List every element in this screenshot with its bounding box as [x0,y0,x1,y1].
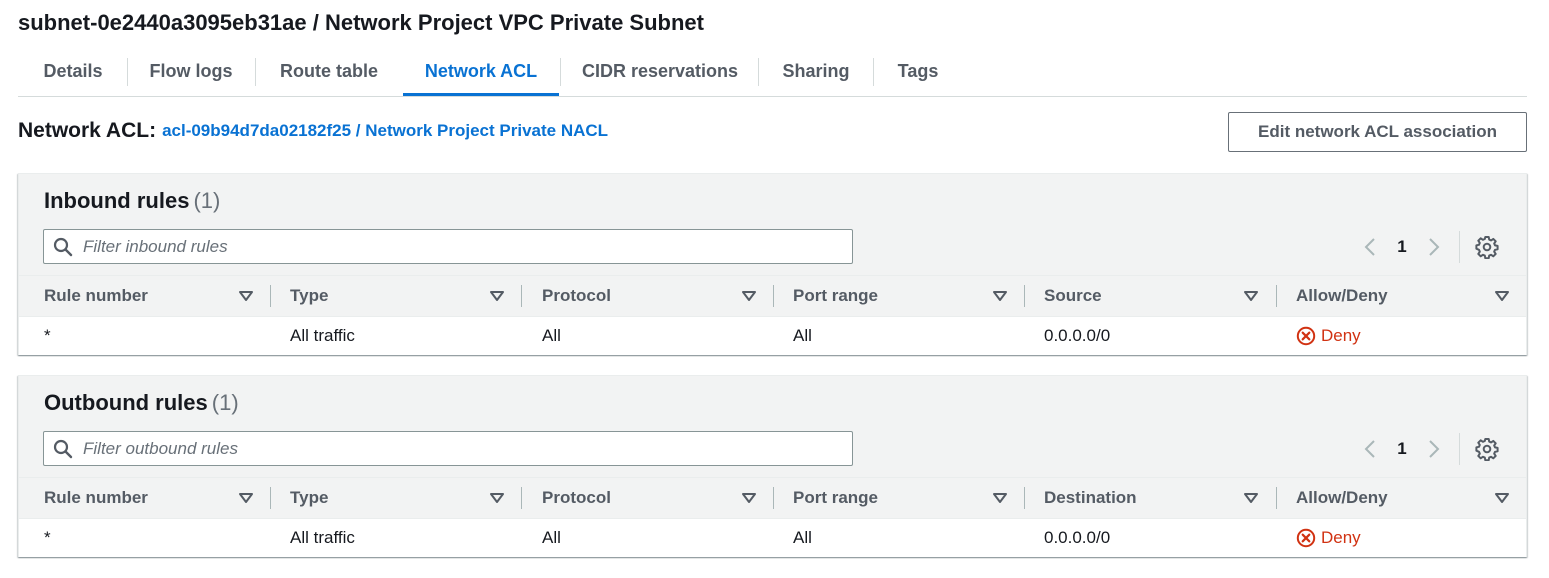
tab-separator [127,58,128,86]
caret-down-icon[interactable] [490,493,504,503]
x-circle-icon [1296,326,1316,346]
outbound-table-header: Rule number Type Protocol Port range Des… [19,477,1526,518]
column-header-rule-number[interactable]: Rule number [44,478,148,518]
caret-down-icon[interactable] [490,291,504,301]
edit-network-acl-association-button[interactable]: Edit network ACL association [1228,112,1527,152]
cell-rule-number: * [44,326,51,345]
tab-cidr-reservations[interactable]: CIDR reservations [572,50,748,96]
tab-separator [560,58,561,86]
inbound-rules-heading: Inbound rules (1) [44,188,220,214]
page-title: subnet-0e2440a3095eb31ae / Network Proje… [18,10,704,35]
network-acl-header: Network ACL: acl-09b94d7da02182f25 / Net… [18,116,608,146]
column-header-allow-deny[interactable]: Allow/Deny [1296,478,1388,518]
inbound-page-number[interactable]: 1 [1385,237,1419,257]
chevron-left-icon[interactable] [1355,434,1385,464]
outbound-rules-panel: Outbound rules(1) 1 Rule number [18,375,1527,557]
caret-down-icon[interactable] [1244,493,1258,503]
x-circle-icon [1296,528,1316,548]
caret-down-icon[interactable] [239,291,253,301]
column-separator [521,487,522,509]
deny-label: Deny [1321,326,1361,345]
column-header-allow-deny[interactable]: Allow/Deny [1296,276,1388,316]
cell-protocol: All [542,528,561,547]
chevron-right-icon[interactable] [1419,434,1449,464]
caret-down-icon[interactable] [1244,291,1258,301]
page: subnet-0e2440a3095eb31ae / Network Proje… [0,0,1549,578]
column-separator [773,487,774,509]
cell-port-range: All [793,528,812,547]
chevron-left-icon[interactable] [1355,232,1385,262]
network-acl-link[interactable]: acl-09b94d7da02182f25 / Network Project … [162,121,608,141]
tab-tags[interactable]: Tags [884,50,952,96]
inbound-table-header: Rule number Type Protocol Port range Sou… [19,275,1526,316]
tab-bar: Details Flow logs Route table Network AC… [18,50,1527,97]
tab-details[interactable]: Details [28,50,118,96]
caret-down-icon[interactable] [239,493,253,503]
caret-down-icon[interactable] [1495,493,1509,503]
inbound-rules-panel: Inbound rules(1) 1 Rule number [18,173,1527,355]
network-acl-label: Network ACL: [18,119,157,142]
outbound-rules-heading: Outbound rules (1) [44,390,239,416]
column-separator [1024,487,1025,509]
cell-allow-deny: Deny [1296,519,1361,557]
caret-down-icon[interactable] [1495,291,1509,301]
caret-down-icon[interactable] [742,493,756,503]
gear-icon[interactable] [1475,437,1499,461]
column-header-port-range[interactable]: Port range [793,478,878,518]
caret-down-icon[interactable] [993,291,1007,301]
column-header-type[interactable]: Type [290,276,328,316]
column-header-type[interactable]: Type [290,478,328,518]
tab-sharing[interactable]: Sharing [770,50,862,96]
table-row: * All traffic All All 0.0.0.0/0 Deny [19,518,1526,557]
inbound-filter-box [43,229,853,264]
tab-route-table[interactable]: Route table [266,50,392,96]
cell-port-range: All [793,326,812,345]
outbound-filter-box [43,431,853,466]
tab-separator [758,58,759,86]
column-header-destination[interactable]: Destination [1044,478,1137,518]
cell-type: All traffic [290,326,355,345]
outbound-rules-title: Outbound rules [44,390,208,415]
inbound-pagination: 1 [1355,232,1449,262]
column-separator [1024,285,1025,307]
outbound-page-number[interactable]: 1 [1385,439,1419,459]
column-separator [773,285,774,307]
gear-icon[interactable] [1475,235,1499,259]
cell-protocol: All [542,326,561,345]
column-header-protocol[interactable]: Protocol [542,276,611,316]
inbound-filter-input[interactable] [83,231,852,262]
search-icon [53,237,73,256]
pagination-separator [1459,433,1460,465]
tab-separator [255,58,256,86]
tab-flow-logs[interactable]: Flow logs [138,50,244,96]
inbound-rules-title: Inbound rules [44,188,190,213]
table-row: * All traffic All All 0.0.0.0/0 Deny [19,316,1526,355]
cell-rule-number: * [44,528,51,547]
cell-destination: 0.0.0.0/0 [1044,528,1111,547]
column-separator [1276,487,1277,509]
outbound-filter-input[interactable] [83,433,852,464]
outbound-rules-count: (1) [211,390,239,415]
column-header-protocol[interactable]: Protocol [542,478,611,518]
chevron-right-icon[interactable] [1419,232,1449,262]
pagination-separator [1459,231,1460,263]
tab-separator [873,58,874,86]
column-separator [270,487,271,509]
deny-label: Deny [1321,528,1361,547]
column-separator [521,285,522,307]
column-separator [270,285,271,307]
search-icon [53,439,73,458]
column-header-port-range[interactable]: Port range [793,276,878,316]
column-header-source[interactable]: Source [1044,276,1102,316]
cell-source: 0.0.0.0/0 [1044,326,1111,345]
caret-down-icon[interactable] [993,493,1007,503]
cell-allow-deny: Deny [1296,317,1361,355]
tab-network-acl[interactable]: Network ACL [403,50,559,96]
column-header-rule-number[interactable]: Rule number [44,276,148,316]
outbound-pagination: 1 [1355,434,1449,464]
caret-down-icon[interactable] [742,291,756,301]
cell-type: All traffic [290,528,355,547]
inbound-rules-count: (1) [193,188,221,213]
column-separator [1276,285,1277,307]
